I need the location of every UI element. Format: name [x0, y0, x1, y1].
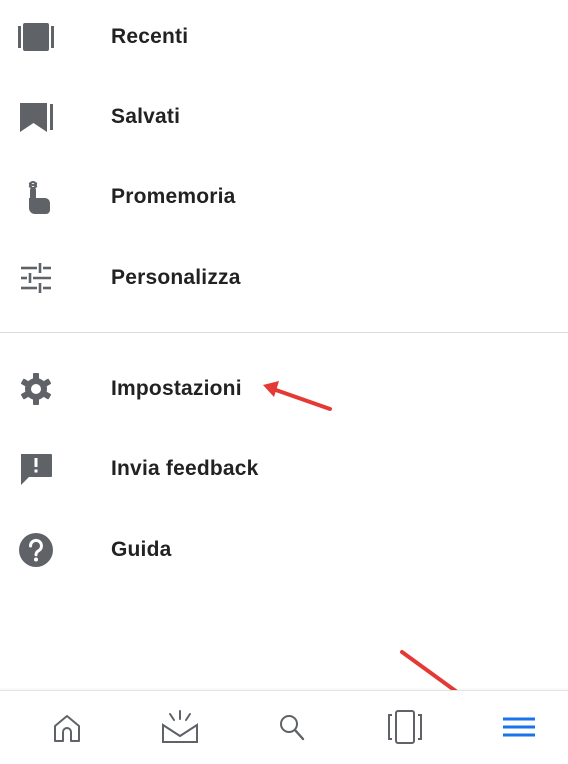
- menu-item-label: Invia feedback: [111, 457, 259, 480]
- tab-home[interactable]: [42, 709, 92, 745]
- tab-recent[interactable]: [380, 709, 430, 745]
- menu-item-invia-feedback[interactable]: Invia feedback: [0, 429, 568, 509]
- menu-item-label: Personalizza: [111, 266, 241, 289]
- help-icon: [17, 531, 55, 569]
- menu-item-label: Guida: [111, 538, 172, 561]
- reminder-finger-icon: [17, 178, 55, 216]
- recent-apps-icon: [388, 710, 422, 744]
- menu-item-recenti[interactable]: Recenti: [0, 0, 568, 77]
- gear-icon: [17, 370, 55, 408]
- menu-item-label: Promemoria: [111, 185, 236, 208]
- updates-icon: [162, 710, 198, 743]
- menu-item-label: Recenti: [111, 25, 189, 48]
- recent-stack-icon: [17, 18, 55, 56]
- sliders-icon: [17, 259, 55, 297]
- menu-icon: [503, 717, 535, 737]
- menu-item-label: Impostazioni: [111, 377, 242, 400]
- menu-item-guida[interactable]: Guida: [0, 510, 568, 590]
- menu-item-label: Salvati: [111, 105, 181, 128]
- tab-menu[interactable]: [493, 709, 543, 745]
- menu-item-impostazioni[interactable]: Impostazioni: [0, 349, 568, 429]
- search-icon: [280, 715, 305, 741]
- bottom-navigation-bar: [0, 690, 568, 764]
- bookmark-icon: [17, 98, 55, 136]
- home-icon: [54, 715, 80, 742]
- menu-item-promemoria[interactable]: Promemoria: [0, 157, 568, 237]
- menu-item-personalizza[interactable]: Personalizza: [0, 238, 568, 318]
- menu-item-salvati[interactable]: Salvati: [0, 77, 568, 157]
- tab-search[interactable]: [267, 709, 317, 745]
- feedback-icon: [17, 450, 55, 488]
- menu-divider: [0, 332, 568, 333]
- tab-updates[interactable]: [155, 709, 205, 745]
